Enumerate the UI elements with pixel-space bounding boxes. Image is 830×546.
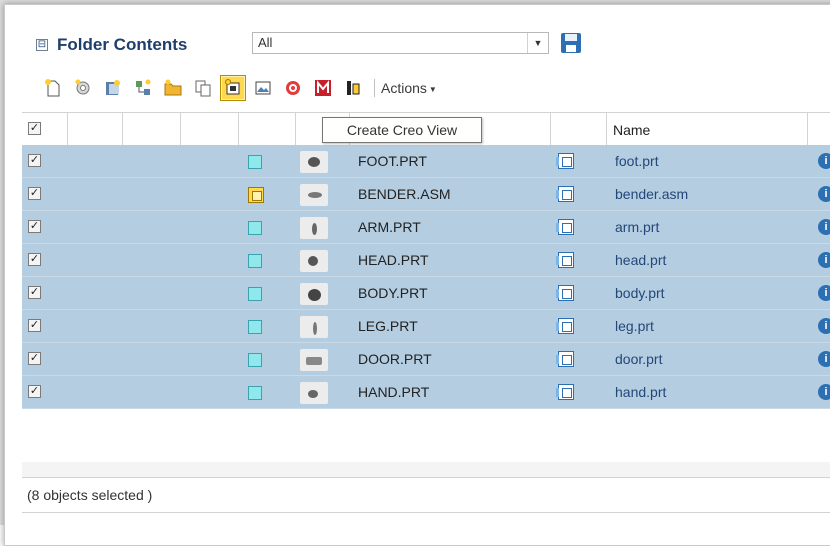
row-name-link[interactable]: bender.asm: [615, 186, 688, 202]
caret-down-icon: ▼: [428, 84, 437, 94]
row-number[interactable]: BODY.PRT: [358, 285, 428, 301]
actions-menu[interactable]: Actions ▼: [381, 80, 437, 96]
image-icon[interactable]: [250, 75, 276, 101]
part-icon: [248, 320, 262, 334]
thumbnail-icon[interactable]: [300, 184, 328, 206]
actions-label: Actions: [381, 80, 427, 96]
highlight-icon[interactable]: [340, 75, 366, 101]
row-name-link[interactable]: door.prt: [615, 351, 662, 367]
table-row[interactable]: ✓ FOOT.PRT foot.prt i: [22, 145, 830, 178]
view-filter-value: All: [258, 35, 273, 50]
row-checkbox[interactable]: ✓: [28, 220, 41, 233]
copy-icon[interactable]: [190, 75, 216, 101]
row-checkbox[interactable]: ✓: [28, 319, 41, 332]
row-name-link[interactable]: leg.prt: [615, 318, 654, 334]
table-row[interactable]: ✓ BODY.PRT body.prt i: [22, 277, 830, 310]
assembly-icon: [248, 187, 264, 203]
select-all-column: ✓: [22, 113, 68, 146]
column-header[interactable]: [551, 113, 607, 146]
toolbar: Actions ▼: [40, 72, 437, 104]
name-column-label: Name: [613, 122, 651, 138]
page-title: Folder Contents: [57, 35, 188, 54]
new-document-icon[interactable]: [40, 75, 66, 101]
creo-view-icon[interactable]: [556, 186, 574, 202]
thumbnail-icon[interactable]: [300, 250, 328, 272]
row-checkbox[interactable]: ✓: [28, 253, 41, 266]
table-row[interactable]: ✓ LEG.PRT leg.prt i: [22, 310, 830, 343]
thumbnail-icon[interactable]: [300, 382, 328, 404]
row-number[interactable]: LEG.PRT: [358, 318, 418, 334]
info-icon[interactable]: i: [818, 219, 830, 235]
part-icon: [248, 221, 262, 235]
column-header[interactable]: [68, 113, 123, 146]
part-icon: [248, 386, 262, 400]
row-name-link[interactable]: arm.prt: [615, 219, 659, 235]
creo-view-icon[interactable]: [556, 351, 574, 367]
target-icon[interactable]: [280, 75, 306, 101]
new-folder-icon[interactable]: [160, 75, 186, 101]
column-header[interactable]: [239, 113, 296, 146]
info-icon[interactable]: i: [818, 351, 830, 367]
row-checkbox[interactable]: ✓: [28, 187, 41, 200]
creo-view-icon[interactable]: [556, 318, 574, 334]
info-icon[interactable]: i: [818, 186, 830, 202]
column-header[interactable]: [181, 113, 239, 146]
creo-view-icon[interactable]: [556, 285, 574, 301]
info-icon[interactable]: i: [818, 318, 830, 334]
thumbnail-icon[interactable]: [300, 283, 328, 305]
creo-view-icon[interactable]: [556, 252, 574, 268]
row-name-link[interactable]: hand.prt: [615, 384, 666, 400]
create-creo-view-tooltip: Create Creo View: [322, 117, 482, 143]
structure-icon[interactable]: [130, 75, 156, 101]
m-icon[interactable]: [310, 75, 336, 101]
column-header[interactable]: [123, 113, 181, 146]
collapse-icon[interactable]: ⊟: [36, 39, 48, 51]
row-number[interactable]: HAND.PRT: [358, 384, 429, 400]
select-all-checkbox[interactable]: ✓: [28, 122, 41, 135]
part-icon: [248, 287, 262, 301]
row-number[interactable]: BENDER.ASM: [358, 186, 451, 202]
gear-icon[interactable]: [70, 75, 96, 101]
info-icon[interactable]: i: [818, 252, 830, 268]
table-spacer: [22, 462, 830, 477]
view-filter-select[interactable]: All ▼: [252, 32, 549, 54]
thumbnail-icon[interactable]: [300, 151, 328, 173]
part-icon: [248, 353, 262, 367]
status-bar: (8 objects selected ): [22, 477, 830, 513]
row-checkbox[interactable]: ✓: [28, 352, 41, 365]
selection-status: (8 objects selected ): [27, 487, 153, 503]
part-icon: [248, 155, 262, 169]
row-name-link[interactable]: head.prt: [615, 252, 666, 268]
row-checkbox[interactable]: ✓: [28, 154, 41, 167]
row-checkbox[interactable]: ✓: [28, 286, 41, 299]
panel-header: ⊟ Folder Contents: [36, 33, 193, 57]
thumbnail-icon[interactable]: [300, 217, 328, 239]
table-row[interactable]: ✓ HEAD.PRT head.prt i: [22, 244, 830, 277]
chevron-down-icon[interactable]: ▼: [527, 33, 548, 53]
row-number[interactable]: HEAD.PRT: [358, 252, 429, 268]
toolbar-divider: [374, 79, 375, 97]
table-row[interactable]: ✓ HAND.PRT hand.prt i: [22, 376, 830, 409]
creo-view-icon[interactable]: [556, 384, 574, 400]
table-row[interactable]: ✓ DOOR.PRT door.prt i: [22, 343, 830, 376]
table-row[interactable]: ✓ ARM.PRT arm.prt i: [22, 211, 830, 244]
thumbnail-icon[interactable]: [300, 316, 328, 338]
import-icon[interactable]: [100, 75, 126, 101]
info-icon[interactable]: i: [818, 153, 830, 169]
row-name-link[interactable]: foot.prt: [615, 153, 659, 169]
row-number[interactable]: FOOT.PRT: [358, 153, 427, 169]
row-number[interactable]: DOOR.PRT: [358, 351, 432, 367]
row-checkbox[interactable]: ✓: [28, 385, 41, 398]
row-name-link[interactable]: body.prt: [615, 285, 665, 301]
create-creo-view-icon[interactable]: [220, 75, 246, 101]
creo-view-icon[interactable]: [556, 219, 574, 235]
table-row[interactable]: ✓ BENDER.ASM bender.asm i: [22, 178, 830, 211]
save-icon[interactable]: [560, 32, 582, 54]
row-number[interactable]: ARM.PRT: [358, 219, 421, 235]
thumbnail-icon[interactable]: [300, 349, 328, 371]
info-icon[interactable]: i: [818, 384, 830, 400]
info-icon[interactable]: i: [818, 285, 830, 301]
part-icon: [248, 254, 262, 268]
creo-view-icon[interactable]: [556, 153, 574, 169]
